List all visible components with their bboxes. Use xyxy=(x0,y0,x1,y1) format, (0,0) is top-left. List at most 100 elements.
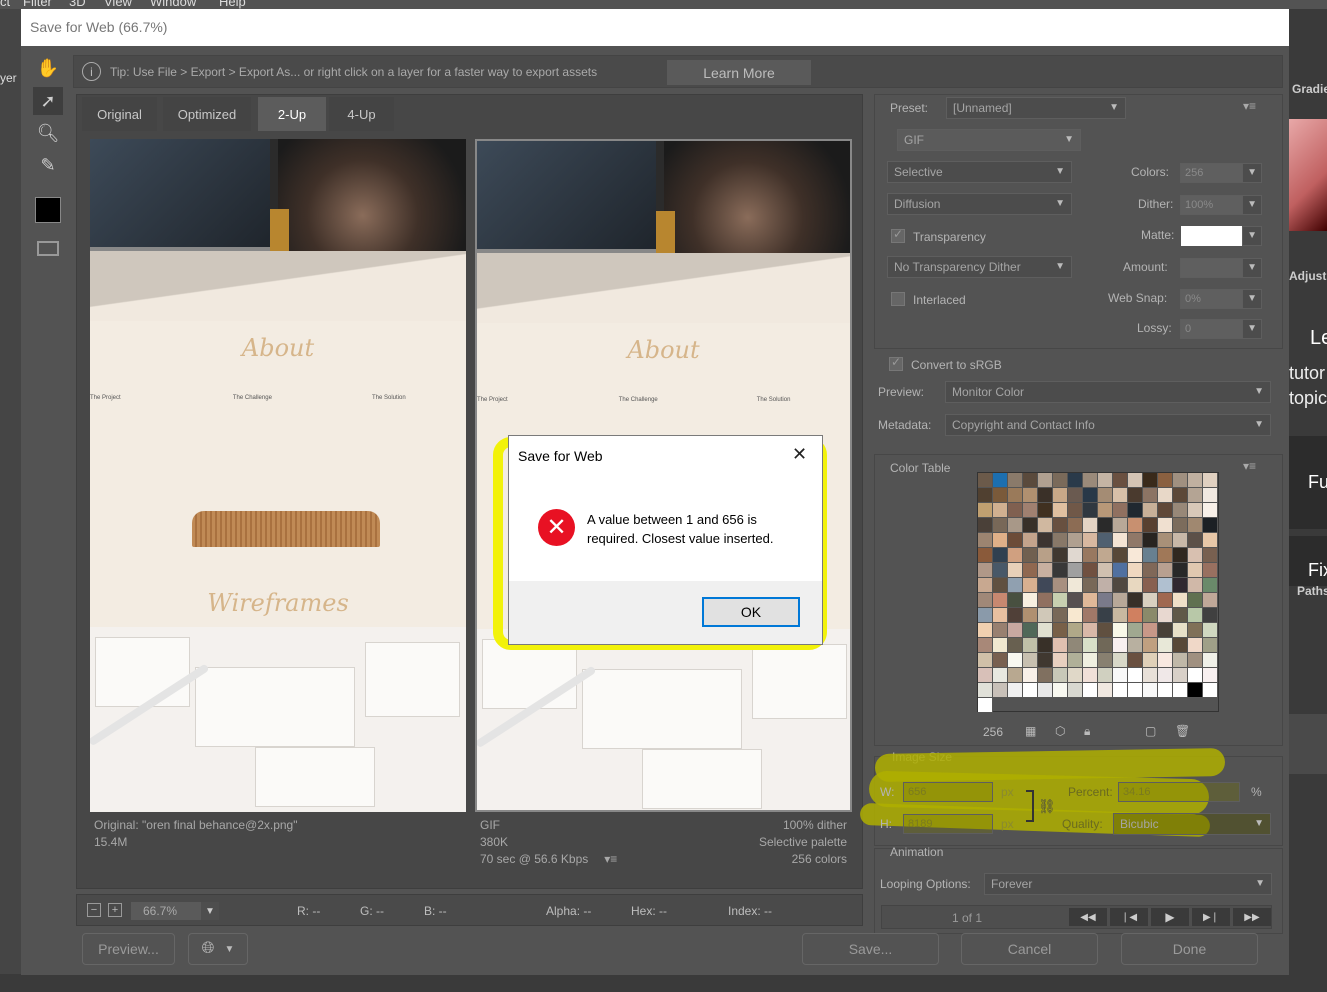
color-swatch[interactable] xyxy=(1083,548,1098,563)
color-swatch[interactable] xyxy=(978,653,993,668)
tab-original[interactable]: Original xyxy=(82,97,157,131)
color-swatch[interactable] xyxy=(1143,653,1158,668)
color-swatch[interactable] xyxy=(1158,623,1173,638)
color-swatch[interactable] xyxy=(1098,518,1113,533)
color-swatch[interactable] xyxy=(1203,488,1218,503)
color-swatch[interactable] xyxy=(1053,638,1068,653)
color-swatch[interactable] xyxy=(1053,653,1068,668)
color-swatch[interactable] xyxy=(1128,518,1143,533)
color-swatch[interactable] xyxy=(978,578,993,593)
menu-item-view[interactable]: View xyxy=(104,0,132,9)
hand-icon[interactable]: ✋ xyxy=(33,54,63,82)
color-swatch[interactable] xyxy=(1038,563,1053,578)
color-swatch[interactable] xyxy=(1203,548,1218,563)
color-swatch[interactable] xyxy=(1143,503,1158,518)
lossy-dropdown[interactable]: ▼ xyxy=(1242,319,1262,339)
color-swatch[interactable] xyxy=(1098,548,1113,563)
tab-optimized[interactable]: Optimized xyxy=(163,97,251,131)
color-swatch[interactable] xyxy=(1203,518,1218,533)
color-swatch[interactable] xyxy=(1203,473,1218,488)
color-swatch[interactable] xyxy=(978,488,993,503)
color-swatch[interactable] xyxy=(1143,548,1158,563)
previous-frame-icon[interactable]: ❘◀ xyxy=(1110,908,1148,926)
color-swatch[interactable] xyxy=(1128,578,1143,593)
color-swatch[interactable] xyxy=(1173,623,1188,638)
color-swatch[interactable] xyxy=(1023,608,1038,623)
lock-color-cube-icon[interactable]: ⬡ xyxy=(1055,724,1065,738)
color-swatch[interactable] xyxy=(993,473,1008,488)
learn-card[interactable]: Fu xyxy=(1289,436,1327,529)
color-swatch[interactable] xyxy=(1053,473,1068,488)
color-swatch[interactable] xyxy=(1053,608,1068,623)
color-swatch[interactable] xyxy=(1083,638,1098,653)
color-swatch[interactable] xyxy=(1113,638,1128,653)
format-select[interactable]: GIF ▼ xyxy=(897,129,1081,151)
color-swatch[interactable] xyxy=(1113,653,1128,668)
color-swatch[interactable] xyxy=(1008,578,1023,593)
color-swatch[interactable] xyxy=(1143,668,1158,683)
color-swatch[interactable] xyxy=(1068,563,1083,578)
link-chain-icon[interactable]: ⛓︎ xyxy=(1038,798,1056,815)
transparency-dither-select[interactable]: No Transparency Dither ▼ xyxy=(887,256,1072,278)
paths-panel-tab[interactable]: Paths xyxy=(1297,584,1327,598)
color-swatch[interactable] xyxy=(1098,668,1113,683)
close-icon[interactable]: ✕ xyxy=(792,444,807,465)
color-swatch[interactable] xyxy=(1098,533,1113,548)
color-swatch[interactable] xyxy=(1203,623,1218,638)
zoom-icon[interactable]: 🔍︎ xyxy=(33,119,63,147)
color-swatch[interactable] xyxy=(1008,518,1023,533)
color-swatch[interactable] xyxy=(1038,608,1053,623)
color-swatch[interactable] xyxy=(978,698,993,713)
color-swatch[interactable] xyxy=(1038,518,1053,533)
color-swatch[interactable] xyxy=(1128,548,1143,563)
color-swatch[interactable] xyxy=(1173,533,1188,548)
color-swatch[interactable] xyxy=(1098,578,1113,593)
color-swatch[interactable] xyxy=(1098,623,1113,638)
color-swatch[interactable] xyxy=(1053,518,1068,533)
paths-panel-row[interactable] xyxy=(1289,714,1327,774)
color-swatch[interactable] xyxy=(1053,593,1068,608)
metadata-select[interactable]: Copyright and Contact Info ▼ xyxy=(945,414,1271,436)
color-swatch[interactable] xyxy=(1113,563,1128,578)
color-swatch[interactable] xyxy=(1128,623,1143,638)
color-swatch[interactable] xyxy=(978,563,993,578)
color-swatch[interactable] xyxy=(1053,683,1068,698)
color-swatch[interactable] xyxy=(1128,668,1143,683)
ok-button[interactable]: OK xyxy=(702,597,800,627)
color-swatch[interactable] xyxy=(1038,668,1053,683)
color-swatch[interactable] xyxy=(1098,683,1113,698)
color-swatch[interactable] xyxy=(1098,503,1113,518)
color-swatch[interactable] xyxy=(1173,668,1188,683)
color-swatch[interactable] xyxy=(1158,488,1173,503)
color-swatch[interactable] xyxy=(978,593,993,608)
color-swatch[interactable] xyxy=(1098,608,1113,623)
color-swatch[interactable] xyxy=(1008,533,1023,548)
interlaced-checkbox[interactable] xyxy=(891,292,905,306)
color-swatch[interactable] xyxy=(1053,533,1068,548)
color-swatch[interactable] xyxy=(1128,473,1143,488)
color-swatch[interactable] xyxy=(1143,578,1158,593)
color-swatch[interactable] xyxy=(993,578,1008,593)
color-swatch[interactable] xyxy=(1113,518,1128,533)
colors-input[interactable]: 256 xyxy=(1180,163,1244,183)
color-swatch[interactable] xyxy=(1188,518,1203,533)
color-swatch[interactable] xyxy=(993,668,1008,683)
zoom-in-button[interactable]: + xyxy=(108,903,122,917)
color-swatch[interactable] xyxy=(1068,623,1083,638)
color-swatch[interactable] xyxy=(1173,548,1188,563)
color-swatch[interactable] xyxy=(1203,638,1218,653)
color-swatch[interactable] xyxy=(1128,503,1143,518)
color-swatch[interactable] xyxy=(1143,608,1158,623)
color-swatch[interactable] xyxy=(1143,638,1158,653)
lock-icon[interactable]: 🔒︎ xyxy=(1084,724,1090,739)
dither-algorithm-select[interactable]: Diffusion ▼ xyxy=(887,193,1072,215)
color-swatch[interactable] xyxy=(1188,683,1203,698)
color-swatch[interactable] xyxy=(1068,593,1083,608)
looping-select[interactable]: Forever ▼ xyxy=(984,873,1272,895)
zoom-out-button[interactable]: − xyxy=(87,903,101,917)
color-swatch[interactable] xyxy=(993,563,1008,578)
gradients-panel-tab[interactable]: Gradie xyxy=(1292,82,1327,96)
color-swatch[interactable] xyxy=(993,608,1008,623)
color-swatch[interactable] xyxy=(1053,578,1068,593)
color-swatch[interactable] xyxy=(1023,473,1038,488)
